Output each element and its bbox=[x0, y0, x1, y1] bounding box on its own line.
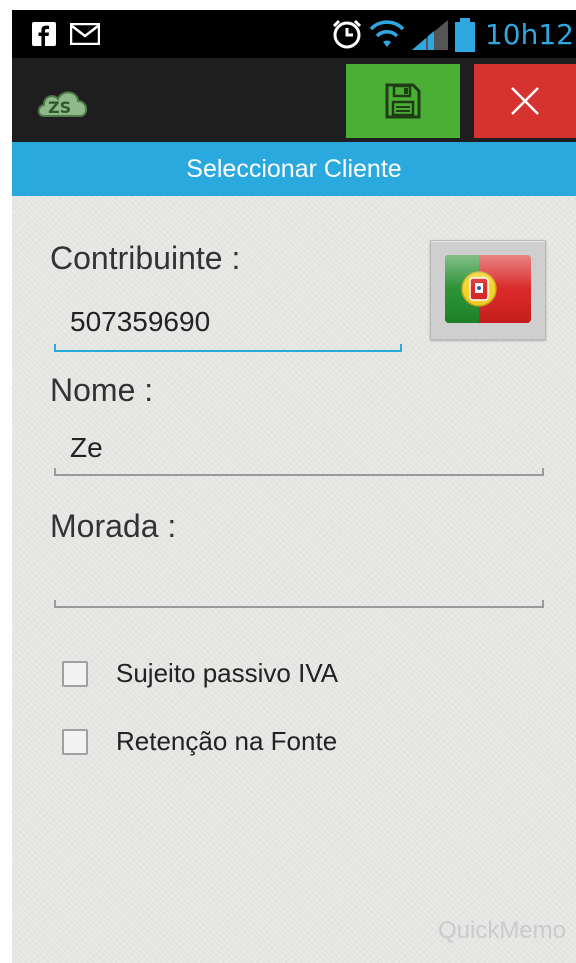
contribuinte-label: Contribuinte : bbox=[50, 240, 241, 276]
retencao-fonte-label: Retenção na Fonte bbox=[116, 726, 338, 756]
status-bar: 10h12 bbox=[12, 10, 576, 58]
save-button[interactable] bbox=[346, 64, 460, 138]
clock-time: 10h12 bbox=[484, 18, 574, 51]
alarm-icon bbox=[332, 19, 362, 49]
contribuinte-input[interactable]: 507359690 bbox=[70, 306, 210, 338]
close-button[interactable] bbox=[474, 64, 576, 138]
sujeito-passivo-checkbox[interactable] bbox=[62, 660, 88, 687]
sujeito-passivo-checkbox-row[interactable]: Sujeito passivo IVA bbox=[62, 658, 338, 689]
floppy-disk-icon bbox=[385, 83, 421, 119]
retencao-fonte-checkbox[interactable] bbox=[62, 728, 88, 755]
phone-screen: 10h12 ZS Seleccionar Cliente Contribuint… bbox=[12, 10, 576, 963]
facebook-icon bbox=[32, 22, 56, 46]
portugal-flag-icon bbox=[445, 255, 531, 323]
sujeito-passivo-label: Sujeito passivo IVA bbox=[116, 658, 339, 688]
app-logo-text: ZS bbox=[48, 98, 71, 117]
morada-label: Morada : bbox=[50, 508, 177, 544]
close-icon bbox=[511, 87, 539, 115]
wifi-icon bbox=[369, 20, 405, 47]
quickmemo-watermark: QuickMemo bbox=[437, 917, 566, 944]
gmail-icon bbox=[70, 23, 100, 45]
page-title: Seleccionar Cliente bbox=[12, 142, 576, 196]
form-content: Contribuinte : 507359690 Nome: Ze Morad… bbox=[12, 196, 576, 963]
retencao-fonte-checkbox-row[interactable]: Retenção na Fonte bbox=[62, 726, 337, 757]
signal-icon bbox=[412, 20, 448, 50]
action-bar: ZS bbox=[12, 58, 576, 142]
nome-underline bbox=[54, 468, 544, 476]
nome-label: Nome : bbox=[50, 372, 154, 408]
morada-underline bbox=[54, 600, 544, 608]
nome-input[interactable]: Ze bbox=[70, 432, 103, 464]
battery-icon bbox=[455, 18, 475, 52]
app-logo-icon[interactable]: ZS bbox=[36, 82, 92, 122]
country-flag-button[interactable] bbox=[430, 240, 546, 340]
contribuinte-underline bbox=[54, 344, 402, 352]
